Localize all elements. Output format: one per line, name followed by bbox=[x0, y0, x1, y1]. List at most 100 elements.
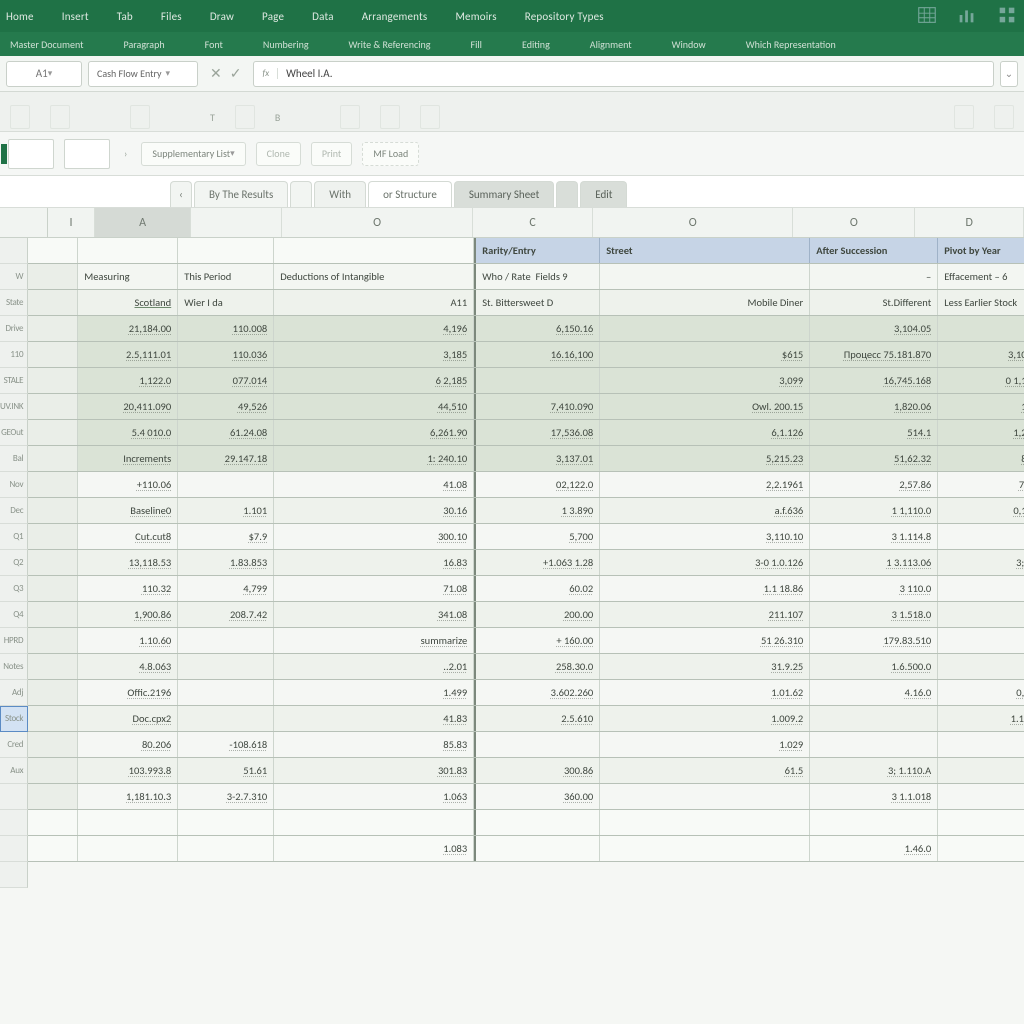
column-header[interactable]: O bbox=[282, 208, 473, 237]
cell[interactable] bbox=[474, 836, 600, 861]
cell[interactable] bbox=[28, 706, 78, 731]
cell[interactable]: 3,185 bbox=[274, 342, 474, 367]
cell[interactable] bbox=[28, 264, 78, 289]
cell[interactable] bbox=[178, 628, 274, 653]
cell[interactable]: 1 3.113.06 bbox=[810, 550, 938, 575]
cell[interactable]: 301.83 bbox=[274, 758, 474, 783]
column-header[interactable]: D bbox=[915, 208, 1024, 237]
cell[interactable] bbox=[938, 810, 1024, 835]
cell[interactable]: Scotland bbox=[78, 290, 178, 315]
cell[interactable]: Owl. 200.15 bbox=[600, 394, 810, 419]
row-header[interactable]: Dec bbox=[0, 498, 28, 524]
cell[interactable]: 300.10 bbox=[274, 524, 474, 549]
cell[interactable] bbox=[474, 810, 600, 835]
cell[interactable]: 1.1 18.86 bbox=[600, 576, 810, 601]
cell[interactable]: 21,184.00 bbox=[78, 316, 178, 341]
cell[interactable]: Offic.2196 bbox=[78, 680, 178, 705]
cell[interactable]: 0,100.0 bbox=[938, 498, 1024, 523]
name-box[interactable]: A1 ▾ bbox=[6, 61, 82, 87]
tool-slot[interactable] bbox=[954, 105, 974, 129]
row-header[interactable]: Q4 bbox=[0, 602, 28, 628]
cell[interactable]: 7 2.23 bbox=[938, 472, 1024, 497]
tool-slot[interactable] bbox=[10, 105, 30, 129]
cell[interactable]: 17,536.08 bbox=[474, 420, 600, 445]
cell[interactable]: 1 1,110.0 bbox=[810, 498, 938, 523]
cell[interactable]: 85.83 bbox=[274, 732, 474, 757]
cell[interactable]: Deductions of Intangible bbox=[274, 264, 474, 289]
sheet-tab[interactable]: By The Results bbox=[194, 181, 288, 207]
sheet-tab-nav[interactable]: ‹ bbox=[170, 181, 192, 207]
cell[interactable]: 3,110.10 bbox=[600, 524, 810, 549]
cell[interactable]: 1.063 bbox=[274, 784, 474, 809]
cell[interactable] bbox=[28, 758, 78, 783]
ribbon-tab[interactable]: Draw bbox=[210, 10, 234, 23]
cell[interactable]: 1.6.500.0 bbox=[810, 654, 938, 679]
cell[interactable]: 6,150.16 bbox=[474, 316, 600, 341]
column-header[interactable]: O bbox=[593, 208, 793, 237]
tool-slot[interactable] bbox=[340, 105, 360, 129]
cell[interactable]: Mobile Diner bbox=[600, 290, 810, 315]
cell[interactable]: 61.24.08 bbox=[178, 420, 274, 445]
cell[interactable]: 200.00 bbox=[474, 602, 600, 627]
cell[interactable]: 6,1.126 bbox=[600, 420, 810, 445]
cell[interactable]: 2.5,111.01 bbox=[78, 342, 178, 367]
cell[interactable]: 208.7.42 bbox=[178, 602, 274, 627]
cell[interactable] bbox=[810, 706, 938, 731]
cell[interactable]: 1,820.06 bbox=[810, 394, 938, 419]
cell[interactable]: 2.0 bbox=[938, 576, 1024, 601]
cell[interactable]: Cut.cut8 bbox=[78, 524, 178, 549]
row-header[interactable]: Q1 bbox=[0, 524, 28, 550]
cell[interactable]: 1.083 bbox=[274, 836, 474, 861]
sheet-tab[interactable]: With bbox=[314, 181, 366, 207]
cell[interactable] bbox=[28, 316, 78, 341]
tool-slot[interactable] bbox=[50, 105, 70, 129]
cell[interactable]: 514.1 bbox=[810, 420, 938, 445]
row-header[interactable]: State bbox=[0, 290, 28, 316]
cell[interactable] bbox=[474, 368, 600, 393]
cell[interactable]: 2.5.610 bbox=[474, 706, 600, 731]
cell[interactable]: 4.16.0 bbox=[810, 680, 938, 705]
cell[interactable]: 1,22.00 bbox=[938, 420, 1024, 445]
cell[interactable]: 1.1.28.2 bbox=[938, 706, 1024, 731]
cell[interactable]: Who / Rate Fields 9 bbox=[474, 264, 600, 289]
cell[interactable]: -108.618 bbox=[178, 732, 274, 757]
row-header[interactable]: Drive bbox=[0, 316, 28, 342]
cell[interactable]: + 160.00 bbox=[474, 628, 600, 653]
cell[interactable] bbox=[600, 836, 810, 861]
cell[interactable]: 110.008 bbox=[178, 316, 274, 341]
row-header[interactable] bbox=[0, 836, 28, 862]
cell[interactable]: 41.83 bbox=[274, 706, 474, 731]
row-header[interactable]: HPRD bbox=[0, 628, 28, 654]
cell[interactable] bbox=[28, 524, 78, 549]
cell[interactable]: 5.4 010.0 bbox=[78, 420, 178, 445]
cell[interactable]: 3,137.01 bbox=[474, 446, 600, 471]
cell[interactable]: 3,104.05 bbox=[810, 316, 938, 341]
cell[interactable]: 1.499 bbox=[274, 680, 474, 705]
cell[interactable]: 2,57.86 bbox=[810, 472, 938, 497]
cell[interactable]: 3-2.7.310 bbox=[178, 784, 274, 809]
cell[interactable]: 1 3.890 bbox=[474, 498, 600, 523]
cell[interactable] bbox=[28, 836, 78, 861]
ribbon-tab[interactable]: Data bbox=[312, 10, 334, 23]
row-header-selected[interactable]: Stock bbox=[0, 706, 28, 732]
column-header[interactable] bbox=[191, 208, 283, 237]
formula-input[interactable]: fx Wheel I.A. bbox=[253, 61, 994, 87]
cell[interactable]: 110.32 bbox=[78, 576, 178, 601]
sheet-tab-gap[interactable] bbox=[290, 181, 312, 207]
row-header[interactable]: Nov bbox=[0, 472, 28, 498]
cell[interactable] bbox=[28, 654, 78, 679]
row-header[interactable]: STALE bbox=[0, 368, 28, 394]
cell[interactable]: 5,215.23 bbox=[600, 446, 810, 471]
cell[interactable] bbox=[178, 810, 274, 835]
cell[interactable]: 3-0 1.0.126 bbox=[600, 550, 810, 575]
cell[interactable]: 0.1 bbox=[938, 524, 1024, 549]
cell[interactable]: 3; 2.00 bbox=[938, 550, 1024, 575]
cell[interactable] bbox=[178, 472, 274, 497]
row-header[interactable]: 110 bbox=[0, 342, 28, 368]
cell[interactable]: 44,510 bbox=[274, 394, 474, 419]
cell[interactable]: 1,181.10.3 bbox=[78, 784, 178, 809]
toolbar-chip[interactable]: Print bbox=[311, 142, 352, 166]
cell[interactable] bbox=[28, 498, 78, 523]
cell[interactable]: Measuring bbox=[78, 264, 178, 289]
cell[interactable]: 258.30.0 bbox=[474, 654, 600, 679]
